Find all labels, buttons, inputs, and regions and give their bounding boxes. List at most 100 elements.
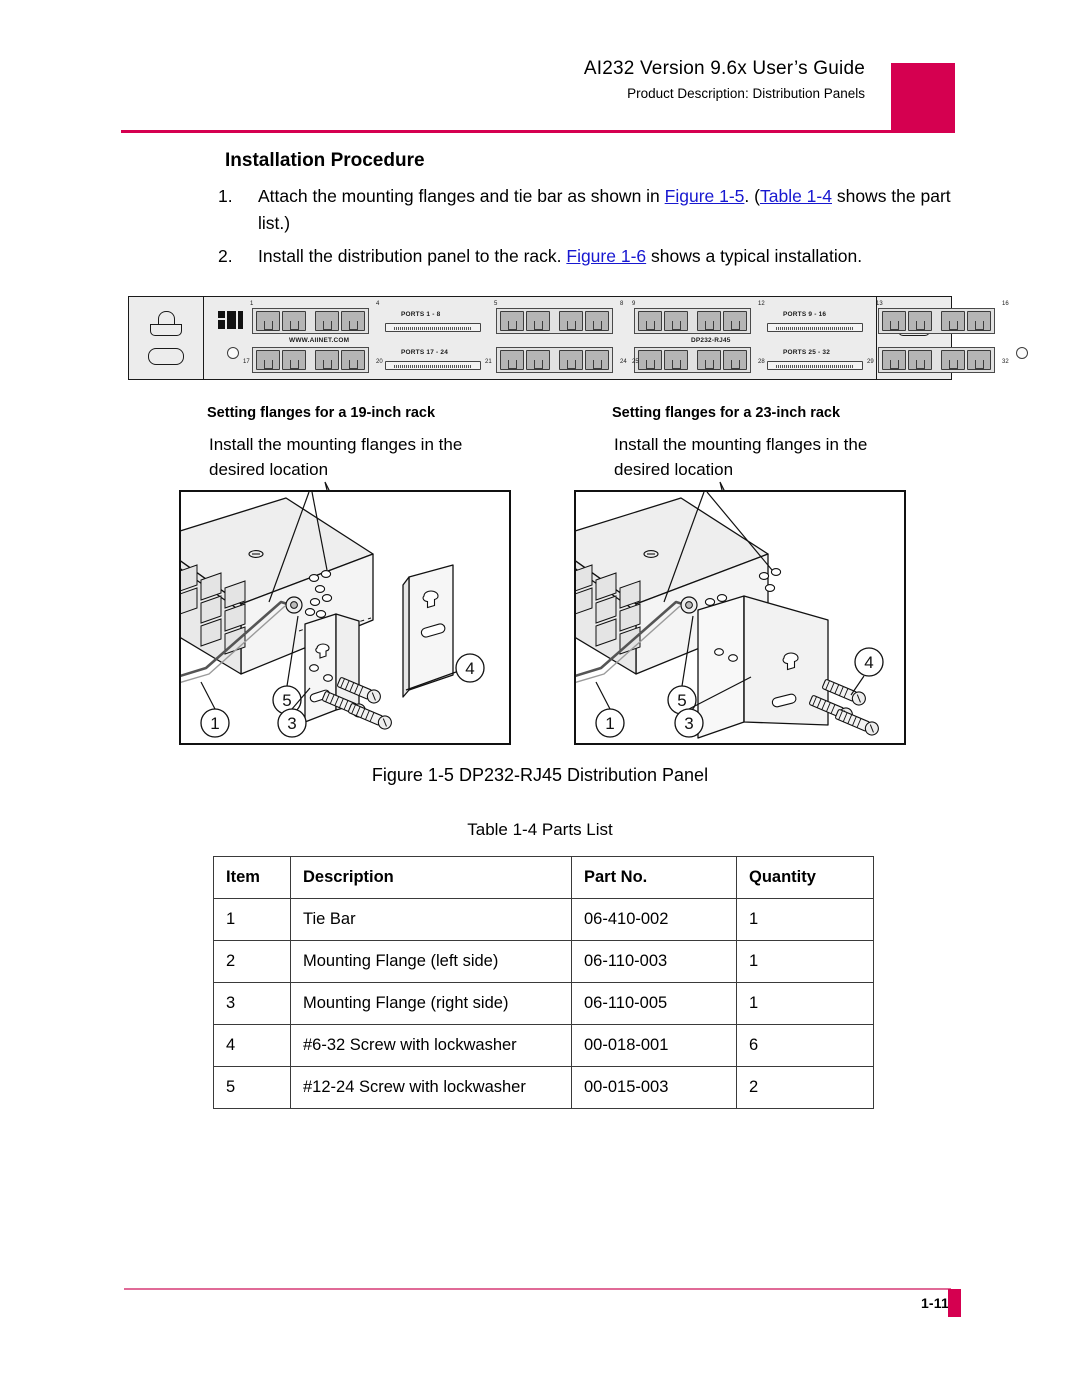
- column-header-description: Description: [290, 856, 572, 899]
- cell-quantity: 2: [736, 1066, 874, 1109]
- cell-description: Tie Bar: [290, 898, 572, 941]
- cell-part-no: 00-018-001: [571, 1024, 737, 1067]
- cross-reference-link[interactable]: Table 1-4: [760, 186, 832, 206]
- rj45-jack: [941, 311, 965, 331]
- step-text: Attach the mounting flanges and tie bar …: [258, 186, 951, 233]
- ports-label: PORTS 17 - 24: [401, 349, 449, 356]
- figure-23inch-rack-exploded: 4 5 1 3: [574, 490, 906, 745]
- flange-heading-19inch: Setting flanges for a 19-inch rack: [207, 405, 436, 421]
- page-header: AI232 Version 9.6x User’s Guide Product …: [0, 0, 1080, 140]
- distribution-panel-front-view: 1 4 PORTS 1 - 8 5 8 9 12 PORTS 9 - 16 13…: [128, 296, 1028, 380]
- table-caption: Table 1-4 Parts List: [467, 820, 613, 839]
- callout-label-5: 5: [282, 691, 291, 710]
- cell-part-no: 06-410-002: [571, 898, 737, 941]
- step-number: 2.: [218, 246, 233, 266]
- ports-label: PORTS 25 - 32: [783, 349, 831, 356]
- callout-label-5: 5: [677, 691, 686, 710]
- column-header-part-no: Part No.: [571, 856, 737, 899]
- cell-description: Mounting Flange (right side): [290, 982, 572, 1025]
- callout-label-1: 1: [210, 714, 219, 733]
- rj45-jack: [967, 350, 991, 370]
- status-led: [1016, 347, 1028, 359]
- callout-label-4: 4: [465, 659, 474, 678]
- rj45-jack: [341, 350, 365, 370]
- cell-description: #6-32 Screw with lockwasher: [290, 1024, 572, 1067]
- page-number: 1-11: [920, 1295, 949, 1311]
- table-row: 1 Tie Bar 06-410-002 1: [213, 898, 874, 941]
- exploded-view-19inch: 4 5 1 3: [181, 492, 485, 738]
- status-led: [227, 347, 239, 359]
- port-number: 20: [376, 359, 383, 365]
- footer-accent-block: [948, 1289, 961, 1317]
- port-number: 25: [632, 359, 639, 365]
- cell-item: 5: [213, 1066, 291, 1109]
- port-number: 8: [620, 301, 624, 307]
- rj45-jack: [315, 311, 339, 331]
- cell-item: 2: [213, 940, 291, 983]
- cross-reference-link[interactable]: Figure 1-5: [665, 186, 745, 206]
- table-row: 4 #6-32 Screw with lockwasher 00-018-001 6: [213, 1024, 874, 1067]
- rj45-jack: [638, 350, 662, 370]
- rj45-group-9-12: [634, 308, 751, 334]
- port-number: 29: [867, 359, 874, 365]
- footer-rule: [124, 1288, 951, 1290]
- cell-item: 4: [213, 1024, 291, 1067]
- rj45-group-25-28: [634, 347, 751, 373]
- keyhole-icon: [150, 311, 182, 336]
- port-number: 5: [494, 301, 498, 307]
- cell-quantity: 1: [736, 982, 874, 1025]
- panel-faceplate: 1 4 PORTS 1 - 8 5 8 9 12 PORTS 9 - 16 13…: [204, 297, 1028, 379]
- rack-ear-left: [129, 297, 204, 379]
- port-number: 24: [620, 359, 627, 365]
- amp-connector: [385, 323, 481, 332]
- rj45-group-5-8: [496, 308, 613, 334]
- port-number: 4: [376, 301, 380, 307]
- amp-connector: [385, 361, 481, 370]
- port-number: 28: [758, 359, 765, 365]
- callout-label-3: 3: [684, 714, 693, 733]
- port-number: 21: [485, 359, 492, 365]
- table-header-row: Item Description Part No. Quantity: [213, 856, 874, 899]
- amp-connector: [767, 361, 863, 370]
- table-row: 5 #12-24 Screw with lockwasher 00-015-003 2: [213, 1066, 874, 1109]
- page-title: Installation Procedure: [225, 150, 425, 171]
- rj45-jack: [723, 311, 747, 331]
- rj45-jack: [585, 311, 609, 331]
- flange-heading-23inch: Setting flanges for a 23-inch rack: [612, 405, 841, 421]
- mounting-slot-icon: [148, 348, 184, 365]
- rj45-jack: [256, 311, 280, 331]
- rj45-jack: [526, 350, 550, 370]
- rj45-jack: [697, 311, 721, 331]
- cell-description: Mounting Flange (left side): [290, 940, 572, 983]
- rj45-jack: [697, 350, 721, 370]
- cell-quantity: 1: [736, 940, 874, 983]
- cell-part-no: 06-110-005: [571, 982, 737, 1025]
- document-page: AI232 Version 9.6x User’s Guide Product …: [0, 0, 1080, 1397]
- cell-quantity: 6: [736, 1024, 874, 1067]
- rj45-jack: [882, 311, 906, 331]
- cross-reference-link[interactable]: Figure 1-6: [566, 246, 646, 266]
- rj45-group-1-4: [252, 308, 369, 334]
- rj45-jack: [341, 311, 365, 331]
- procedure-step-1: 1. Attach the mounting flanges and tie b…: [218, 183, 958, 237]
- cell-item: 1: [213, 898, 291, 941]
- column-header-quantity: Quantity: [736, 856, 874, 899]
- rj45-jack: [282, 350, 306, 370]
- ports-label: PORTS 9 - 16: [783, 311, 827, 318]
- rj45-jack: [315, 350, 339, 370]
- rj45-jack: [908, 311, 932, 331]
- rj45-jack: [908, 350, 932, 370]
- amp-connector: [767, 323, 863, 332]
- port-number: 32: [1002, 359, 1009, 365]
- model-label: DP232-RJ45: [691, 337, 731, 344]
- cell-part-no: 06-110-003: [571, 940, 737, 983]
- rj45-group-13-16: [878, 308, 995, 334]
- callout-label-3: 3: [287, 714, 296, 733]
- rj45-jack: [559, 311, 583, 331]
- table-row: 3 Mounting Flange (right side) 06-110-005 1: [213, 982, 874, 1025]
- flange-body-19inch: Install the mounting flanges in the desi…: [209, 435, 463, 479]
- flange-body-23inch: Install the mounting flanges in the desi…: [614, 435, 868, 479]
- rj45-jack: [282, 311, 306, 331]
- procedure-step-2: 2. Install the distribution panel to the…: [218, 243, 958, 270]
- port-number: 17: [243, 359, 250, 365]
